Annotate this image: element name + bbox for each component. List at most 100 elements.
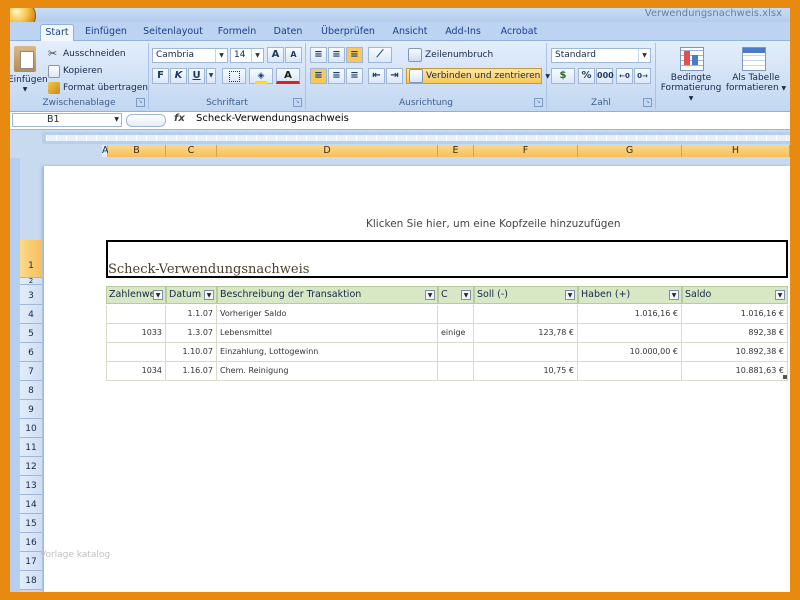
font-color-button[interactable]: A [276,68,300,84]
row-header-9[interactable]: 9 [20,400,42,419]
table-header-c[interactable]: C ▼ [438,286,474,304]
table-cell[interactable] [438,362,474,381]
table-cell[interactable] [578,362,682,381]
cut-button[interactable]: ✂ Ausschneiden [48,46,126,62]
table-cell[interactable]: 10,75 € [474,362,578,381]
borders-button[interactable] [222,68,246,84]
table-cell[interactable]: 10.892,38 € [682,343,788,362]
filter-dropdown-icon[interactable]: ▼ [669,290,679,300]
underline-dropdown-icon[interactable]: ▼ [206,68,216,84]
row-header-5[interactable]: 5 [20,324,42,343]
number-format-select[interactable]: Standard ▼ [551,48,651,63]
table-header-datum[interactable]: Datum ▼ [166,286,217,304]
format-as-table-button[interactable]: Als Tabelle formatieren ▼ [724,73,788,94]
row-header-1[interactable]: 1 [20,240,42,278]
row-header-8[interactable]: 8 [20,381,42,400]
tab-daten[interactable]: Daten [268,24,308,40]
decrease-indent-icon[interactable]: ⇤ [368,68,385,84]
filter-dropdown-icon[interactable]: ▼ [461,290,471,300]
table-cell[interactable]: 1.10.07 [166,343,217,362]
column-header-c[interactable]: C [166,145,217,157]
row-header-3[interactable]: 3 [20,285,42,305]
row-header-16[interactable]: 16 [20,533,42,552]
format-as-table-icon[interactable] [742,47,766,71]
tab-ueberpruefen[interactable]: Überprüfen [316,24,380,40]
insert-function-icon[interactable]: fx [174,113,185,124]
table-header-beschreibung[interactable]: Beschreibung der Transaktion ▼ [217,286,438,304]
alignment-launcher-icon[interactable]: ↘ [534,98,543,107]
increase-decimal-icon[interactable]: ←0 [616,68,633,84]
row-header-13[interactable]: 13 [20,476,42,495]
align-top-icon[interactable]: ≡ [310,47,327,63]
increase-indent-icon[interactable]: ⇥ [386,68,403,84]
table-cell[interactable]: 1.3.07 [166,324,217,343]
tab-ansicht[interactable]: Ansicht [388,24,432,40]
tab-einfuegen[interactable]: Einfügen [80,24,132,40]
filter-dropdown-icon[interactable]: ▼ [565,290,575,300]
column-header-e[interactable]: E [438,145,474,157]
row-header-10[interactable]: 10 [20,419,42,438]
filter-dropdown-icon[interactable]: ▼ [775,290,785,300]
filter-dropdown-icon[interactable]: ▼ [425,290,435,300]
fill-color-button[interactable]: ◈ [249,68,273,84]
underline-button[interactable]: U [188,68,205,84]
formula-input[interactable]: Scheck-Verwendungsnachweis [196,113,349,124]
row-header-12[interactable]: 12 [20,457,42,476]
number-launcher-icon[interactable]: ↘ [643,98,652,107]
table-cell[interactable] [438,343,474,362]
table-resize-handle[interactable] [783,375,787,379]
table-cell[interactable]: 10.000,00 € [578,343,682,362]
table-header-soll[interactable]: Soll (-) ▼ [474,286,578,304]
table-header-saldo[interactable]: Saldo ▼ [682,286,788,304]
conditional-formatting-button[interactable]: Bedingte Formatierung ▼ [658,73,724,104]
row-header-6[interactable]: 6 [20,343,42,362]
column-header-d[interactable]: D [217,145,438,157]
table-cell[interactable] [106,305,166,324]
font-name-select[interactable]: Cambria ▼ [152,48,228,63]
row-header-17[interactable]: 17 [20,552,42,571]
table-cell[interactable]: einige [438,324,474,343]
font-size-select[interactable]: 14 ▼ [230,48,264,63]
thousands-button[interactable]: 000 [596,68,614,84]
paste-button[interactable]: Einfügen [10,75,48,85]
column-header-h[interactable]: H [682,145,790,157]
format-painter-button[interactable]: Format übertragen [48,80,148,96]
table-cell[interactable]: 1.016,16 € [682,305,788,324]
table-cell[interactable]: 1034 [106,362,166,381]
conditional-formatting-icon[interactable] [680,47,704,71]
align-left-icon[interactable]: ≡ [310,68,327,84]
font-launcher-icon[interactable]: ↘ [293,98,302,107]
align-right-icon[interactable]: ≡ [346,68,363,84]
table-cell[interactable]: 1.016,16 € [578,305,682,324]
table-cell[interactable] [106,343,166,362]
table-cell[interactable]: 1.1.07 [166,305,217,324]
currency-button[interactable]: $ [551,68,575,84]
table-header-zahlenwert[interactable]: Zahlenwert ▼ [106,286,166,304]
table-cell[interactable]: 1.16.07 [166,362,217,381]
table-cell[interactable] [578,324,682,343]
filter-dropdown-icon[interactable]: ▼ [153,290,163,300]
tab-add-ins[interactable]: Add-Ins [440,24,486,40]
name-box[interactable]: B1 ▼ [12,113,122,127]
filter-dropdown-icon[interactable]: ▼ [204,290,214,300]
merge-center-button[interactable]: Verbinden und zentrieren ▼ [406,68,550,84]
table-cell[interactable]: 123,78 € [474,324,578,343]
sheet-title[interactable]: Scheck-Verwendungsnachweis [108,262,309,277]
italic-button[interactable]: K [170,68,187,84]
table-cell[interactable]: 10.881,63 € [682,362,788,381]
tab-start[interactable]: Start [40,24,74,41]
column-header-f[interactable]: F [474,145,578,157]
row-header-14[interactable]: 14 [20,495,42,514]
row-header-2[interactable]: 2 [20,278,42,285]
formula-bar-splitter[interactable] [126,114,166,127]
percent-button[interactable]: % [578,68,595,84]
table-cell[interactable] [438,305,474,324]
row-header-15[interactable]: 15 [20,514,42,533]
align-center-icon[interactable]: ≡ [328,68,345,84]
align-middle-icon[interactable]: ≡ [328,47,345,63]
shrink-font-button[interactable]: A [285,47,302,63]
row-header-4[interactable]: 4 [20,305,42,324]
wrap-text-button[interactable]: Zeilenumbruch [408,47,493,63]
table-cell[interactable]: Einzahlung, Lottogewinn [217,343,438,362]
row-header-18[interactable]: 18 [20,571,42,590]
